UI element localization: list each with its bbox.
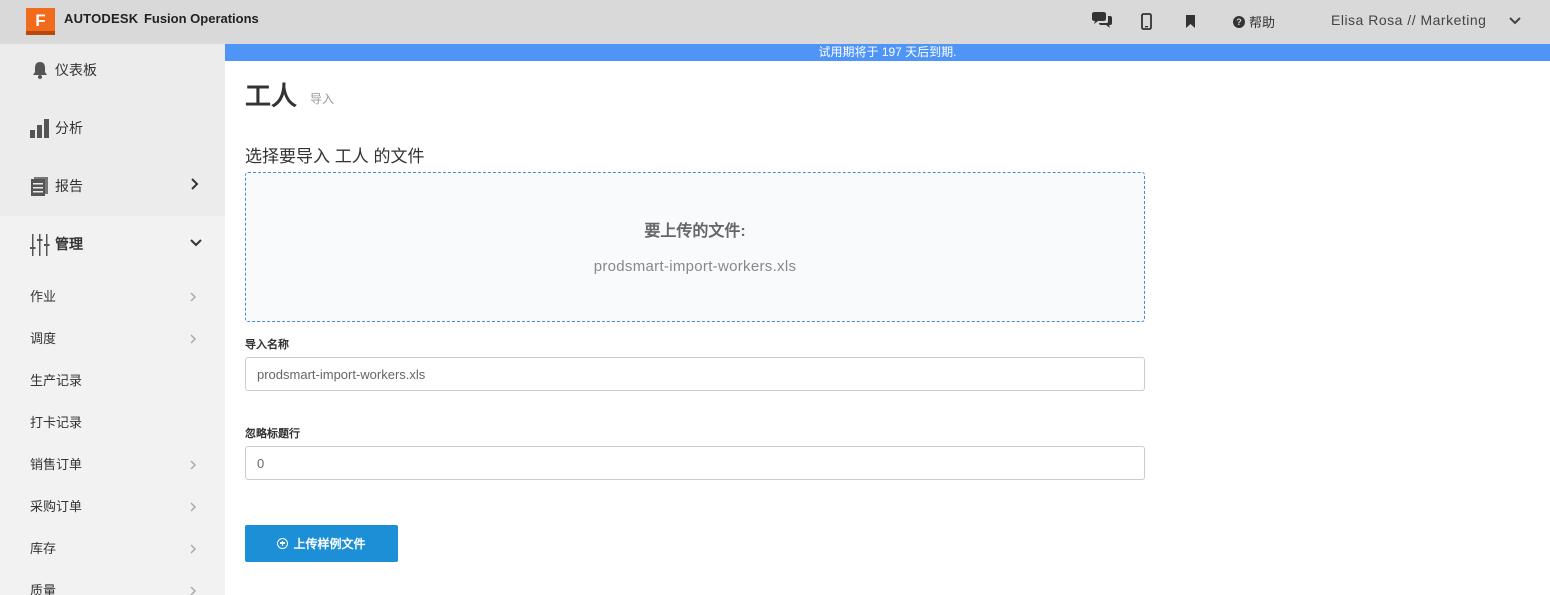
chevron-right-icon — [189, 583, 197, 595]
ignore-header-label: 忽略标题行 — [245, 428, 300, 440]
sidebar-subitem-label: 采购订单 — [30, 499, 83, 514]
ignore-header-input[interactable] — [245, 446, 1145, 480]
report-icon — [30, 176, 50, 196]
sidebar-subitem-label: 生产记录 — [30, 373, 83, 388]
chevron-right-icon — [190, 177, 200, 195]
brand-name: AUTODESK — [64, 11, 139, 26]
trial-banner: 试用期将于 197 天后到期. — [225, 44, 1550, 61]
sidebar-subitem-label: 库存 — [30, 541, 57, 556]
sliders-icon — [30, 234, 50, 256]
help-link[interactable]: ? 帮助 — [1233, 12, 1275, 31]
help-label: 帮助 — [1249, 15, 1276, 30]
import-name-input[interactable] — [245, 357, 1145, 391]
chevron-down-icon[interactable] — [1508, 13, 1522, 31]
sidebar-subitem-label: 销售订单 — [30, 457, 83, 472]
chevron-right-icon — [189, 331, 197, 349]
upload-sample-label: 上传样例文件 — [293, 537, 366, 551]
sidebar-item-reports[interactable]: 报告 — [0, 166, 225, 206]
file-dropzone[interactable]: 要上传的文件: prodsmart-import-workers.xls — [245, 172, 1145, 322]
sidebar-item-analysis[interactable]: 分析 — [0, 108, 225, 148]
top-bar: F AUTODESK Fusion Operations ? 帮助 Elisa … — [0, 0, 1550, 44]
page-subtitle: 导入 — [310, 92, 335, 106]
chevron-right-icon — [189, 499, 197, 517]
sidebar-subitem-purchase-orders[interactable]: 采购订单 — [0, 490, 225, 520]
dropzone-file-name: prodsmart-import-workers.xls — [593, 258, 797, 275]
fusion-logo-icon[interactable]: F — [26, 8, 55, 35]
sidebar-subitem-quality[interactable]: 质量 — [0, 574, 225, 595]
product-name: Fusion Operations — [143, 11, 259, 26]
chevron-right-icon — [189, 541, 197, 559]
sidebar-subitem-clock-records[interactable]: 打卡记录 — [0, 406, 225, 436]
sidebar-item-dashboard[interactable]: 仪表板 — [0, 50, 225, 90]
bell-icon — [30, 60, 50, 80]
chevron-right-icon — [189, 289, 197, 307]
plus-circle-icon — [277, 538, 289, 549]
page-title: 工人 — [245, 81, 298, 111]
user-menu[interactable]: Elisa Rosa // Marketing — [1331, 12, 1486, 28]
bar-chart-icon — [30, 118, 50, 138]
brand-title[interactable]: AUTODESK Fusion Operations — [64, 11, 259, 26]
sidebar-item-label: 报告 — [55, 178, 83, 194]
sidebar-subitem-schedule[interactable]: 调度 — [0, 322, 225, 352]
sidebar-subitem-sales-orders[interactable]: 销售订单 — [0, 448, 225, 478]
sidebar-item-manage[interactable]: 管理 — [0, 224, 225, 264]
sidebar-subitem-label: 作业 — [30, 289, 57, 304]
sidebar-subitem-production-records[interactable]: 生产记录 — [0, 364, 225, 394]
mobile-icon[interactable] — [1141, 10, 1152, 32]
sidebar-item-label: 仪表板 — [55, 62, 97, 78]
chevron-right-icon — [189, 457, 197, 475]
dropzone-label: 要上传的文件: — [644, 223, 746, 240]
question-circle-icon: ? — [1233, 15, 1245, 28]
chat-icon[interactable] — [1090, 10, 1114, 32]
import-name-label: 导入名称 — [245, 339, 289, 351]
sidebar-subitem-label: 调度 — [30, 331, 57, 346]
sidebar-subitem-label: 质量 — [30, 583, 57, 595]
sidebar-subitem-inventory[interactable]: 库存 — [0, 532, 225, 562]
sidebar-subitem-label: 打卡记录 — [30, 415, 83, 430]
upload-sample-button[interactable]: 上传样例文件 — [245, 525, 398, 562]
sidebar-item-label: 管理 — [55, 236, 83, 252]
bookmark-icon[interactable] — [1185, 10, 1196, 32]
chevron-down-icon — [190, 235, 202, 253]
sidebar-item-label: 分析 — [55, 120, 83, 136]
section-title: 选择要导入 工人 的文件 — [245, 147, 425, 166]
sidebar: 仪表板 分析 报告 管理 作业 调度 生产记录 打卡记录 销售订单 采购订单 库… — [0, 44, 225, 595]
sidebar-subitem-jobs[interactable]: 作业 — [0, 280, 225, 310]
